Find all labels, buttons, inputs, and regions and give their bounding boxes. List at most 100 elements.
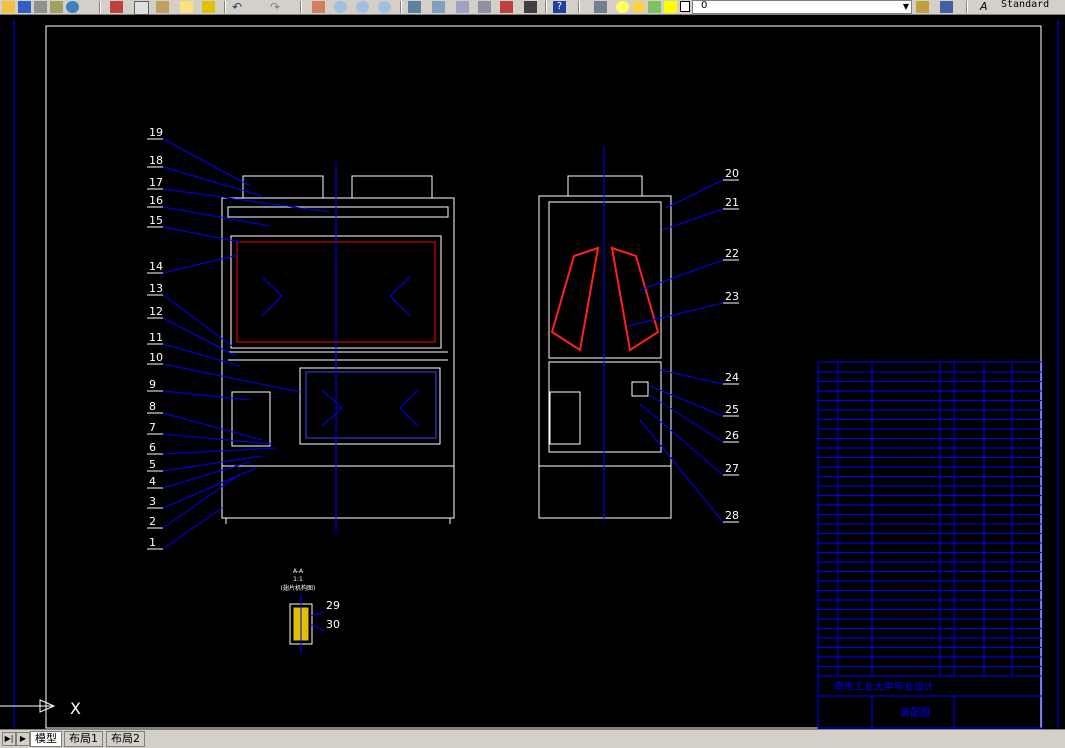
brush-icon[interactable] — [202, 1, 215, 13]
copy-icon[interactable] — [134, 1, 149, 15]
callout-leader — [162, 447, 277, 455]
callout-label: 10 — [149, 351, 163, 364]
callout-leader — [162, 473, 241, 529]
standard-toolbar: ↶ ↷ ? 0 ▼ A Standard — [0, 0, 1065, 15]
section-labels: A-A 1:1 (翅片机构图) — [281, 568, 316, 592]
help-icon[interactable]: ? — [553, 1, 566, 13]
tab-layout1[interactable]: 布局1 — [64, 731, 103, 747]
print-icon[interactable] — [34, 1, 47, 13]
zoom-realtime-icon[interactable] — [334, 1, 347, 13]
quickcalc-icon[interactable] — [524, 1, 537, 13]
callout-label: 12 — [149, 305, 163, 318]
callout-label: 14 — [149, 260, 163, 273]
callout-leader — [639, 419, 724, 523]
first-tab-icon[interactable]: ▶| — [2, 732, 16, 746]
callout-leader — [162, 433, 273, 445]
front-view — [221, 175, 455, 524]
callout-leader — [162, 226, 241, 243]
callout-label: 5 — [149, 458, 156, 471]
callout-leader — [162, 363, 301, 393]
properties-icon[interactable] — [408, 1, 421, 13]
tool-palettes-icon[interactable] — [456, 1, 469, 13]
text-style-dropdown[interactable]: Standard — [1001, 0, 1049, 10]
layer-state-icon[interactable] — [916, 1, 929, 13]
layer-dropdown[interactable]: 0 ▼ — [692, 0, 912, 14]
layer-manager-icon[interactable] — [594, 1, 607, 13]
sheet-set-icon[interactable] — [478, 1, 491, 13]
markup-icon[interactable] — [500, 1, 513, 13]
pan-icon[interactable] — [312, 1, 325, 13]
callout-leader — [162, 343, 241, 367]
parts-list-rows — [818, 371, 1042, 667]
callout-label: 3 — [149, 495, 156, 508]
callout-leader — [639, 403, 724, 476]
tab-layout2[interactable]: 布局2 — [106, 731, 145, 747]
layer-name: 0 — [701, 0, 708, 11]
svg-text:X: X — [70, 699, 81, 718]
callout-label: 6 — [149, 441, 156, 454]
callout-label: 19 — [149, 126, 163, 139]
section-scale: 1:1 — [293, 576, 303, 583]
callout-leader — [162, 317, 237, 357]
callout-leader — [665, 179, 724, 209]
title-block-school: 南京工业大学毕业设计 — [834, 680, 934, 693]
callout-leader — [162, 138, 251, 187]
callout-label: 2 — [149, 515, 156, 528]
chevron-down-icon: ▼ — [902, 2, 909, 11]
title-block-text: 南京工业大学毕业设计 装配图 — [834, 680, 934, 719]
callout-leader — [162, 461, 251, 489]
ucs-icon: X — [0, 699, 81, 718]
callout-leader — [639, 259, 724, 291]
callout-leader — [659, 369, 724, 385]
zoom-previous-icon[interactable] — [378, 1, 391, 13]
color-box-icon[interactable] — [680, 1, 690, 12]
color-swatch-icon[interactable] — [664, 1, 677, 13]
callout-label: 9 — [149, 378, 156, 391]
callout-label: 22 — [725, 247, 739, 260]
callout-label: 28 — [725, 509, 739, 522]
callout-label: 23 — [725, 290, 739, 303]
callout-label: 1 — [149, 536, 156, 549]
redo-icon[interactable]: ↷ — [270, 1, 283, 13]
callout-label: 13 — [149, 282, 163, 295]
layout-tab-bar: ▶| ▶ 模型 布局1 布局2 — [0, 729, 1065, 748]
section-title: A-A — [293, 568, 304, 575]
sheet-frame — [13, 20, 1059, 729]
sun-icon[interactable] — [632, 1, 645, 13]
globe-icon[interactable] — [66, 1, 79, 13]
callout-leader — [162, 166, 263, 197]
design-center-icon[interactable] — [432, 1, 445, 13]
save-icon[interactable] — [18, 1, 31, 13]
section-a-a — [289, 594, 313, 654]
lock-icon[interactable] — [648, 1, 661, 13]
callout-label: 7 — [149, 421, 156, 434]
callout-label: 16 — [149, 194, 163, 207]
prev-tab-icon[interactable]: ▶ — [16, 732, 30, 746]
callout-label: 30 — [326, 618, 340, 631]
undo-icon[interactable]: ↶ — [232, 1, 245, 13]
preview-icon[interactable] — [50, 1, 63, 13]
tab-model[interactable]: 模型 — [30, 731, 62, 747]
callout-leader — [162, 254, 239, 274]
callout-leader — [162, 188, 331, 213]
zoom-window-icon[interactable] — [356, 1, 369, 13]
lightbulb-icon[interactable] — [616, 1, 629, 13]
callout-label: 21 — [725, 196, 739, 209]
match-properties-icon[interactable] — [180, 1, 193, 13]
cut-icon[interactable] — [110, 1, 123, 13]
callout-label: 25 — [725, 403, 739, 416]
callout-label: 11 — [149, 331, 163, 344]
open-icon[interactable] — [2, 1, 15, 13]
callout-leader — [162, 455, 263, 472]
callout-label: 4 — [149, 475, 156, 488]
side-view-coils — [550, 246, 660, 352]
callout-label: 26 — [725, 429, 739, 442]
layer-prev-icon[interactable] — [940, 1, 953, 13]
paste-icon[interactable] — [156, 1, 169, 13]
callout-label: 20 — [725, 167, 739, 180]
drawing-canvas[interactable]: A-A 1:1 (翅片机构图) 191817161514131211109876… — [0, 15, 1065, 729]
callout-label: 17 — [149, 176, 163, 189]
text-style-icon[interactable]: A — [980, 1, 993, 13]
callout-leader — [162, 507, 223, 550]
callout-label: 15 — [149, 214, 163, 227]
